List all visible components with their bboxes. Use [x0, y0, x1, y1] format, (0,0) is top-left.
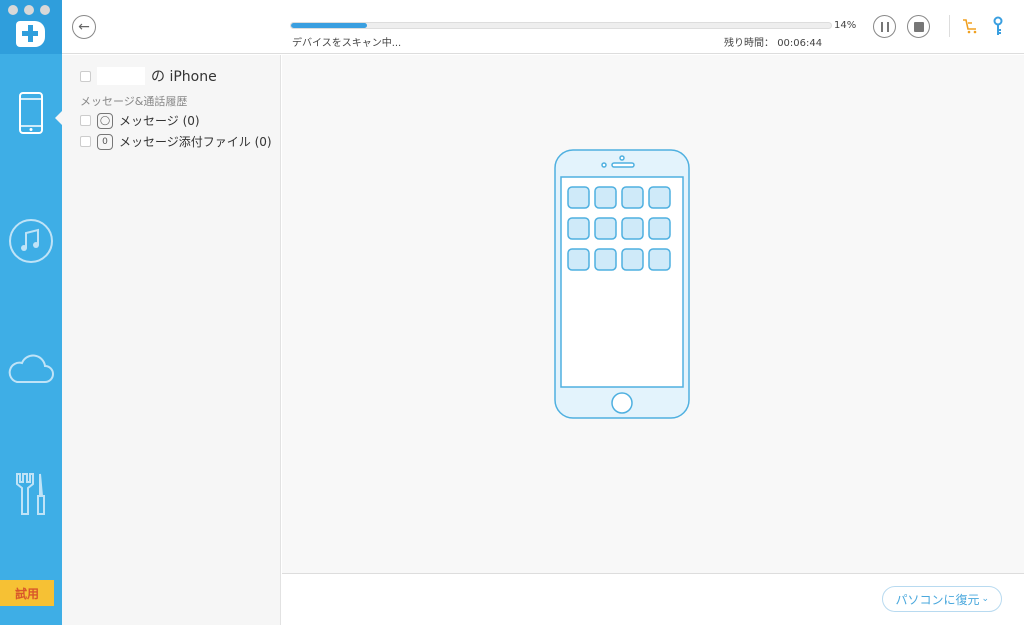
phone-icon [19, 92, 43, 134]
app-icon [621, 186, 644, 209]
app-icon [594, 186, 617, 209]
footer-bar: パソコンに復元 ⌄ [282, 575, 1024, 625]
stop-icon [913, 21, 924, 32]
app-icon [567, 217, 590, 240]
remaining-time: 残り時間： 00:06:44 [724, 34, 822, 49]
divider [949, 15, 950, 37]
sidebar: 試用 [0, 0, 62, 625]
app-logo [16, 21, 45, 47]
message-bubble-icon: ◯ [97, 112, 113, 129]
app-icon [594, 217, 617, 240]
key-icon[interactable] [993, 16, 1003, 36]
tree-item-attachments[interactable]: 0 メッセージ添付ファイル (0) [80, 133, 272, 150]
minimize-window-button[interactable] [24, 5, 34, 15]
content-area [282, 55, 1024, 574]
app-icon [594, 248, 617, 271]
music-icon [9, 219, 53, 263]
app-icon [621, 217, 644, 240]
restore-to-pc-button[interactable]: パソコンに復元 ⌄ [882, 586, 1002, 612]
app-icon [567, 248, 590, 271]
toolbar: ← 14% デバイスをスキャン中... 残り時間： 00:06:44 [62, 0, 1024, 54]
sidebar-item-music[interactable] [0, 218, 62, 264]
trial-badge[interactable]: 試用 [0, 580, 54, 606]
attachments-checkbox[interactable] [80, 136, 91, 147]
arrow-left-icon: ← [78, 19, 90, 35]
app-icon [648, 217, 671, 240]
attachments-label: メッセージ添付ファイル (0) [119, 135, 272, 149]
remaining-label: 残り時間： [724, 38, 774, 49]
app-icon [648, 186, 671, 209]
app-icon [648, 248, 671, 271]
phone-illustration [554, 149, 690, 419]
close-window-button[interactable] [8, 5, 18, 15]
device-row[interactable]: の iPhone [80, 66, 217, 86]
device-name: の iPhone [151, 69, 217, 85]
pause-button[interactable] [873, 15, 896, 38]
restore-label: パソコンに復元 [895, 592, 980, 607]
active-indicator [55, 111, 62, 125]
progress-percent: 14% [834, 20, 857, 31]
scan-status: デバイスをスキャン中... [292, 38, 402, 49]
device-name-redacted [97, 67, 145, 85]
tools-icon [16, 473, 45, 515]
section-header: メッセージ&通話履歴 [80, 95, 188, 108]
sidebar-item-tools[interactable] [0, 470, 62, 518]
messages-label: メッセージ (0) [119, 114, 200, 128]
device-checkbox[interactable] [80, 70, 91, 82]
zoom-window-button[interactable] [40, 5, 50, 15]
app-icon [567, 186, 590, 209]
paperclip-icon: 0 [97, 133, 113, 150]
window-controls [8, 5, 50, 15]
messages-checkbox[interactable] [80, 115, 91, 126]
sidebar-header [0, 0, 62, 54]
sidebar-item-device[interactable] [0, 92, 62, 134]
cloud-icon [8, 354, 54, 383]
progress-fill [291, 23, 367, 28]
chevron-down-icon: ⌄ [981, 594, 989, 604]
sidebar-item-icloud[interactable] [0, 350, 62, 384]
app-icon [621, 248, 644, 271]
back-button[interactable]: ← [72, 15, 96, 39]
remaining-value: 00:06:44 [777, 38, 823, 49]
stop-button[interactable] [907, 15, 930, 38]
category-tree: の iPhone メッセージ&通話履歴 ◯ メッセージ (0) 0 メッセージ添… [62, 55, 281, 625]
scan-progress-bar [290, 22, 832, 29]
tree-item-messages[interactable]: ◯ メッセージ (0) [80, 112, 200, 129]
cart-icon[interactable] [962, 18, 978, 34]
pause-icon [880, 21, 889, 32]
